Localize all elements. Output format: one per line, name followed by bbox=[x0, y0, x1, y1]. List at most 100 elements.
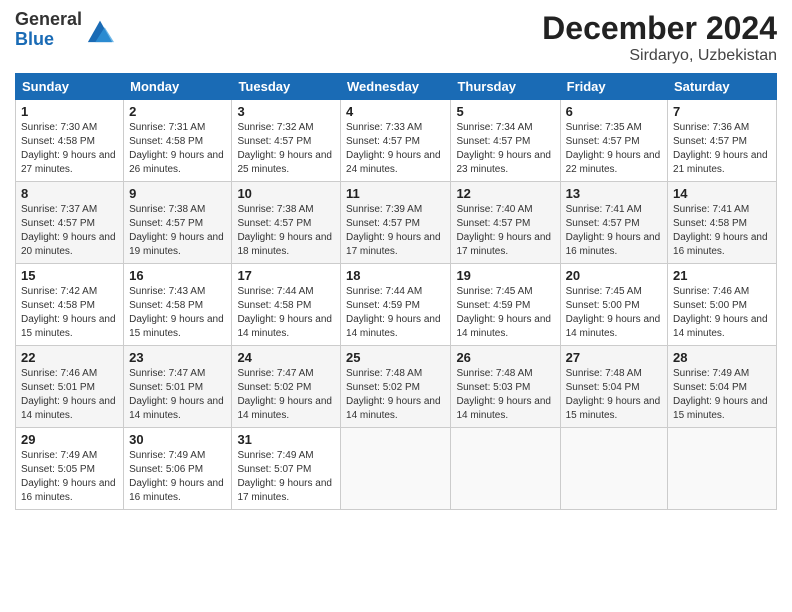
day-info: Sunrise: 7:48 AMSunset: 5:02 PMDaylight:… bbox=[346, 367, 445, 423]
table-row: 15 Sunrise: 7:42 AMSunset: 4:58 PMDayligh… bbox=[16, 264, 124, 346]
day-info: Sunrise: 7:32 AMSunset: 4:57 PMDaylight:… bbox=[237, 121, 335, 177]
table-row: 19 Sunrise: 7:45 AMSunset: 4:59 PMDayligh… bbox=[451, 264, 560, 346]
table-row: 4 Sunrise: 7:33 AMSunset: 4:57 PMDaylight… bbox=[341, 100, 451, 182]
header: General Blue December 2024 Sirdaryo, Uzb… bbox=[15, 10, 777, 65]
day-info: Sunrise: 7:49 AMSunset: 5:07 PMDaylight:… bbox=[237, 449, 335, 505]
day-info: Sunrise: 7:45 AMSunset: 5:00 PMDaylight:… bbox=[566, 285, 662, 341]
day-info: Sunrise: 7:44 AMSunset: 4:59 PMDaylight:… bbox=[346, 285, 445, 341]
logo-icon bbox=[86, 16, 114, 44]
day-info: Sunrise: 7:38 AMSunset: 4:57 PMDaylight:… bbox=[129, 203, 226, 259]
table-row: 20 Sunrise: 7:45 AMSunset: 5:00 PMDayligh… bbox=[560, 264, 667, 346]
page-container: General Blue December 2024 Sirdaryo, Uzb… bbox=[0, 0, 792, 520]
day-info: Sunrise: 7:31 AMSunset: 4:58 PMDaylight:… bbox=[129, 121, 226, 177]
day-info: Sunrise: 7:48 AMSunset: 5:04 PMDaylight:… bbox=[566, 367, 662, 423]
day-number: 12 bbox=[456, 186, 554, 201]
calendar-week-row: 22 Sunrise: 7:46 AMSunset: 5:01 PMDayligh… bbox=[16, 346, 777, 428]
calendar-week-row: 1 Sunrise: 7:30 AMSunset: 4:58 PMDaylight… bbox=[16, 100, 777, 182]
day-info: Sunrise: 7:48 AMSunset: 5:03 PMDaylight:… bbox=[456, 367, 554, 423]
day-info: Sunrise: 7:47 AMSunset: 5:02 PMDaylight:… bbox=[237, 367, 335, 423]
logo: General Blue bbox=[15, 10, 114, 50]
calendar-week-row: 8Sunrise: 7:37 AMSunset: 4:57 PMDaylight… bbox=[16, 182, 777, 264]
header-wednesday: Wednesday bbox=[341, 74, 451, 100]
day-number: 10 bbox=[237, 186, 335, 201]
day-number: 7 bbox=[673, 104, 771, 119]
title-section: December 2024 Sirdaryo, Uzbekistan bbox=[542, 10, 777, 65]
day-number: 23 bbox=[129, 350, 226, 365]
month-title: December 2024 bbox=[542, 10, 777, 47]
table-row: 29 Sunrise: 7:49 AMSunset: 5:05 PMDayligh… bbox=[16, 428, 124, 510]
day-info: Sunrise: 7:30 AMSunset: 4:58 PMDaylight:… bbox=[21, 121, 118, 177]
day-number: 31 bbox=[237, 432, 335, 447]
table-row: 25Sunrise: 7:48 AMSunset: 5:02 PMDayligh… bbox=[341, 346, 451, 428]
day-number: 24 bbox=[237, 350, 335, 365]
table-row: 8Sunrise: 7:37 AMSunset: 4:57 PMDaylight… bbox=[16, 182, 124, 264]
header-sunday: Sunday bbox=[16, 74, 124, 100]
day-info: Sunrise: 7:49 AMSunset: 5:05 PMDaylight:… bbox=[21, 449, 118, 505]
header-monday: Monday bbox=[124, 74, 232, 100]
table-row: 3Sunrise: 7:32 AMSunset: 4:57 PMDaylight… bbox=[232, 100, 341, 182]
day-info: Sunrise: 7:43 AMSunset: 4:58 PMDaylight:… bbox=[129, 285, 226, 341]
day-info: Sunrise: 7:33 AMSunset: 4:57 PMDaylight:… bbox=[346, 121, 445, 177]
table-row: 6 Sunrise: 7:35 AMSunset: 4:57 PMDaylight… bbox=[560, 100, 667, 182]
table-row: 12Sunrise: 7:40 AMSunset: 4:57 PMDayligh… bbox=[451, 182, 560, 264]
day-info: Sunrise: 7:42 AMSunset: 4:58 PMDaylight:… bbox=[21, 285, 118, 341]
table-row: 18 Sunrise: 7:44 AMSunset: 4:59 PMDayligh… bbox=[341, 264, 451, 346]
header-tuesday: Tuesday bbox=[232, 74, 341, 100]
table-row: 27 Sunrise: 7:48 AMSunset: 5:04 PMDayligh… bbox=[560, 346, 667, 428]
table-row bbox=[668, 428, 777, 510]
day-number: 30 bbox=[129, 432, 226, 447]
table-row: 28Sunrise: 7:49 AMSunset: 5:04 PMDayligh… bbox=[668, 346, 777, 428]
day-number: 21 bbox=[673, 268, 771, 283]
day-number: 26 bbox=[456, 350, 554, 365]
day-info: Sunrise: 7:45 AMSunset: 4:59 PMDaylight:… bbox=[456, 285, 554, 341]
day-number: 14 bbox=[673, 186, 771, 201]
table-row: 17 Sunrise: 7:44 AMSunset: 4:58 PMDayligh… bbox=[232, 264, 341, 346]
day-number: 16 bbox=[129, 268, 226, 283]
logo-general: General bbox=[15, 10, 82, 30]
day-number: 28 bbox=[673, 350, 771, 365]
table-row: 21 Sunrise: 7:46 AMSunset: 5:00 PMDayligh… bbox=[668, 264, 777, 346]
day-number: 20 bbox=[566, 268, 662, 283]
day-info: Sunrise: 7:46 AMSunset: 5:00 PMDaylight:… bbox=[673, 285, 771, 341]
logo-text: General Blue bbox=[15, 10, 82, 50]
day-info: Sunrise: 7:47 AMSunset: 5:01 PMDaylight:… bbox=[129, 367, 226, 423]
day-number: 17 bbox=[237, 268, 335, 283]
header-thursday: Thursday bbox=[451, 74, 560, 100]
header-friday: Friday bbox=[560, 74, 667, 100]
day-number: 5 bbox=[456, 104, 554, 119]
day-number: 22 bbox=[21, 350, 118, 365]
day-info: Sunrise: 7:41 AMSunset: 4:57 PMDaylight:… bbox=[566, 203, 662, 259]
logo-blue: Blue bbox=[15, 30, 82, 50]
table-row: 23 Sunrise: 7:47 AMSunset: 5:01 PMDayligh… bbox=[124, 346, 232, 428]
table-row bbox=[560, 428, 667, 510]
table-row: 2 Sunrise: 7:31 AMSunset: 4:58 PMDaylight… bbox=[124, 100, 232, 182]
table-row: 16 Sunrise: 7:43 AMSunset: 4:58 PMDayligh… bbox=[124, 264, 232, 346]
day-number: 19 bbox=[456, 268, 554, 283]
day-number: 27 bbox=[566, 350, 662, 365]
day-info: Sunrise: 7:49 AMSunset: 5:06 PMDaylight:… bbox=[129, 449, 226, 505]
day-number: 11 bbox=[346, 186, 445, 201]
day-number: 2 bbox=[129, 104, 226, 119]
day-number: 15 bbox=[21, 268, 118, 283]
table-row: 31 Sunrise: 7:49 AMSunset: 5:07 PMDayligh… bbox=[232, 428, 341, 510]
day-info: Sunrise: 7:34 AMSunset: 4:57 PMDaylight:… bbox=[456, 121, 554, 177]
day-number: 9 bbox=[129, 186, 226, 201]
day-number: 6 bbox=[566, 104, 662, 119]
day-number: 1 bbox=[21, 104, 118, 119]
day-info: Sunrise: 7:46 AMSunset: 5:01 PMDaylight:… bbox=[21, 367, 118, 423]
table-row bbox=[451, 428, 560, 510]
day-info: Sunrise: 7:35 AMSunset: 4:57 PMDaylight:… bbox=[566, 121, 662, 177]
day-info: Sunrise: 7:36 AMSunset: 4:57 PMDaylight:… bbox=[673, 121, 771, 177]
day-info: Sunrise: 7:44 AMSunset: 4:58 PMDaylight:… bbox=[237, 285, 335, 341]
day-info: Sunrise: 7:39 AMSunset: 4:57 PMDaylight:… bbox=[346, 203, 445, 259]
day-number: 18 bbox=[346, 268, 445, 283]
day-number: 4 bbox=[346, 104, 445, 119]
calendar-week-row: 29 Sunrise: 7:49 AMSunset: 5:05 PMDayligh… bbox=[16, 428, 777, 510]
header-saturday: Saturday bbox=[668, 74, 777, 100]
table-row: 5 Sunrise: 7:34 AMSunset: 4:57 PMDaylight… bbox=[451, 100, 560, 182]
location: Sirdaryo, Uzbekistan bbox=[542, 47, 777, 65]
day-number: 29 bbox=[21, 432, 118, 447]
table-row: 7 Sunrise: 7:36 AMSunset: 4:57 PMDaylight… bbox=[668, 100, 777, 182]
table-row: 24 Sunrise: 7:47 AMSunset: 5:02 PMDayligh… bbox=[232, 346, 341, 428]
day-info: Sunrise: 7:37 AMSunset: 4:57 PMDaylight:… bbox=[21, 203, 118, 259]
